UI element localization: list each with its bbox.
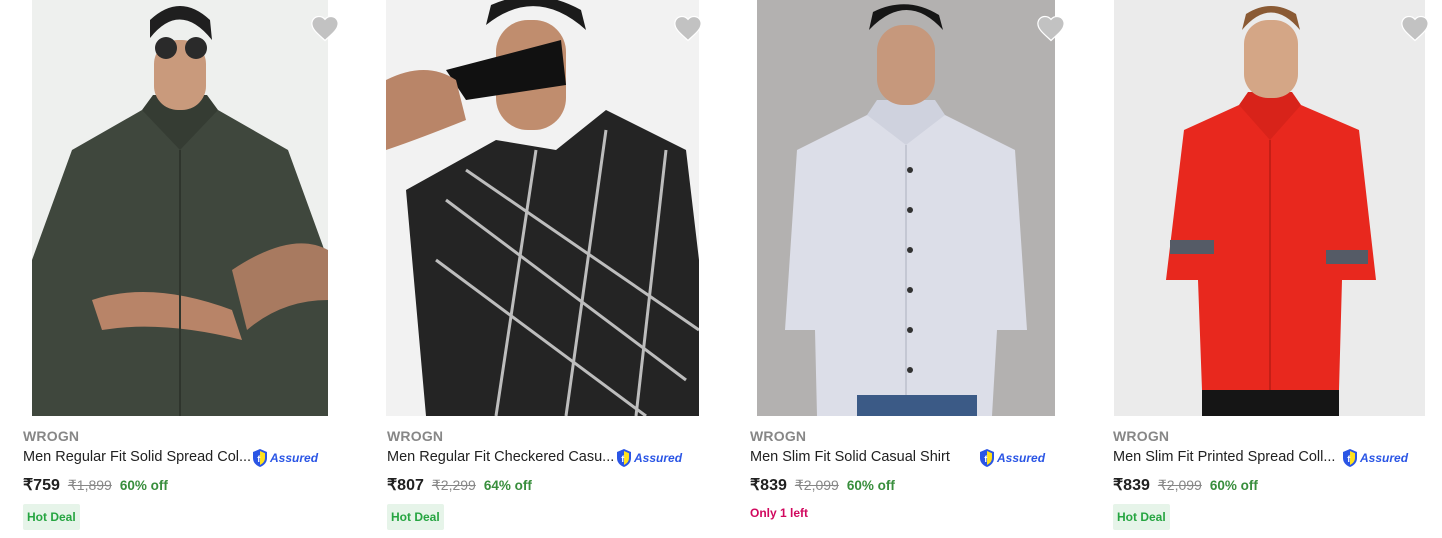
product-brand: WROGN: [23, 428, 80, 444]
price-row: ₹839 ₹2,099 60% off: [750, 475, 895, 495]
product-brand: WROGN: [1113, 428, 1170, 444]
assured-shield-icon: f: [1343, 449, 1357, 467]
hot-deal-badge: Hot Deal: [387, 504, 444, 530]
wishlist-heart-icon[interactable]: [1036, 14, 1066, 42]
stock-warning: Only 1 left: [750, 506, 809, 520]
selling-price: ₹839: [1113, 477, 1150, 494]
assured-label: Assured: [1360, 451, 1409, 465]
assured-badge: f Assured: [615, 448, 682, 468]
product-title[interactable]: Men Slim Fit Printed Spread Coll...: [1113, 449, 1335, 465]
price-row: ₹839 ₹2,099 60% off: [1113, 475, 1258, 495]
original-price: ₹2,099: [794, 477, 839, 493]
selling-price: ₹839: [750, 477, 787, 494]
selling-price: ₹759: [23, 477, 60, 494]
product-card[interactable]: WROGN Men Slim Fit Solid Casual Shirt f …: [749, 0, 1089, 538]
original-price: ₹2,099: [1157, 477, 1202, 493]
discount-percent: 60% off: [119, 478, 168, 493]
assured-shield-icon: f: [980, 449, 994, 467]
hot-deal-badge: Hot Deal: [23, 504, 80, 530]
product-brand: WROGN: [387, 428, 444, 444]
price-row: ₹807 ₹2,299 64% off: [387, 475, 532, 495]
assured-badge: f Assured: [1341, 448, 1408, 468]
product-card[interactable]: WROGN Men Slim Fit Printed Spread Coll..…: [1112, 0, 1442, 538]
assured-shield-icon: f: [617, 449, 631, 467]
selling-price: ₹807: [387, 477, 424, 494]
assured-label: Assured: [270, 451, 319, 465]
discount-percent: 64% off: [483, 478, 532, 493]
assured-label: Assured: [634, 451, 683, 465]
price-row: ₹759 ₹1,899 60% off: [23, 475, 168, 495]
assured-badge: f Assured: [978, 448, 1045, 468]
original-price: ₹2,299: [431, 477, 476, 493]
product-image[interactable]: [757, 0, 1055, 416]
product-title[interactable]: Men Regular Fit Solid Spread Col...: [23, 449, 251, 465]
product-image[interactable]: [386, 0, 699, 416]
original-price: ₹1,899: [67, 477, 112, 493]
discount-percent: 60% off: [846, 478, 895, 493]
product-card[interactable]: WROGN Men Regular Fit Solid Spread Col..…: [22, 0, 362, 538]
product-card[interactable]: WROGN Men Regular Fit Checkered Casu... …: [386, 0, 726, 538]
product-image[interactable]: [32, 0, 328, 416]
hot-deal-badge: Hot Deal: [1113, 504, 1170, 530]
product-image[interactable]: [1114, 0, 1425, 416]
wishlist-heart-icon[interactable]: [310, 14, 340, 42]
product-brand: WROGN: [750, 428, 807, 444]
assured-label: Assured: [997, 451, 1046, 465]
wishlist-heart-icon[interactable]: [1400, 14, 1430, 42]
product-title[interactable]: Men Slim Fit Solid Casual Shirt: [750, 449, 950, 465]
product-title[interactable]: Men Regular Fit Checkered Casu...: [387, 449, 614, 465]
assured-shield-icon: f: [253, 449, 267, 467]
assured-badge: f Assured: [251, 448, 318, 468]
wishlist-heart-icon[interactable]: [673, 14, 703, 42]
discount-percent: 60% off: [1209, 478, 1258, 493]
